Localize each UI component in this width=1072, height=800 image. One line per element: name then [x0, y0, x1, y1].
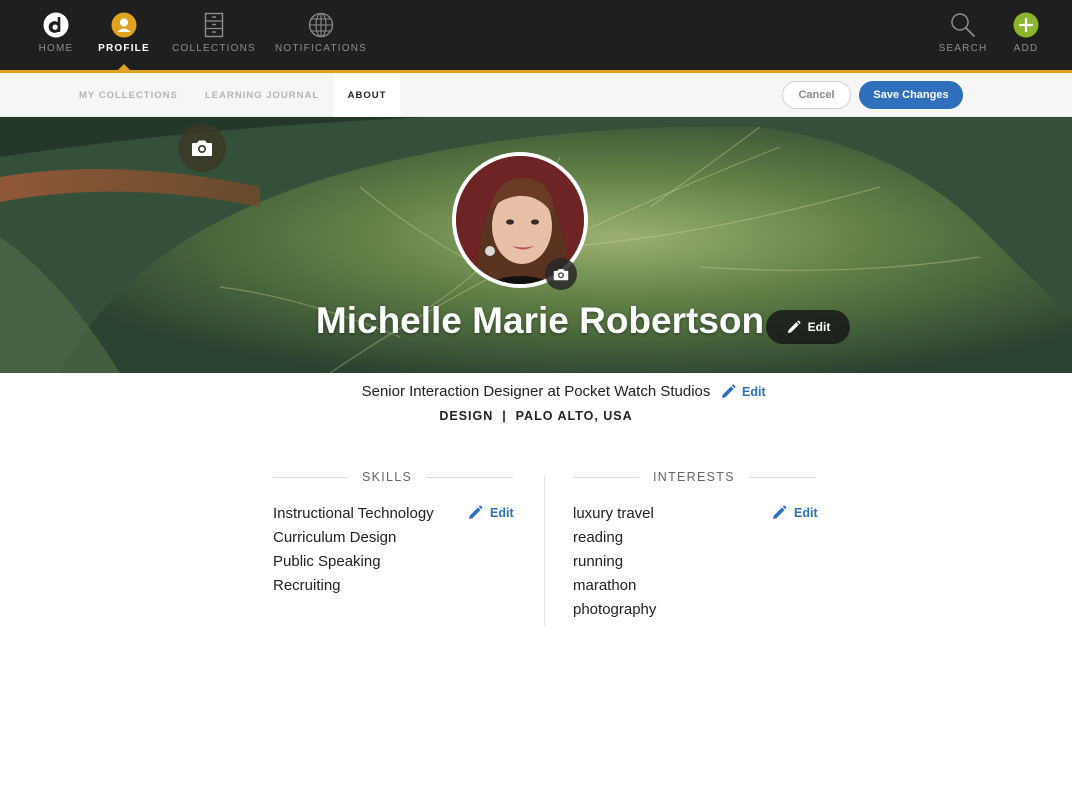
nav-profile-label: PROFILE — [98, 43, 150, 54]
nav-add[interactable]: ADD — [1010, 0, 1042, 70]
change-cover-photo-button[interactable] — [178, 124, 226, 172]
globe-icon — [308, 11, 334, 39]
skills-title: SKILLS — [362, 470, 413, 484]
profile-name: Michelle Marie Robertson — [315, 300, 765, 341]
pencil-icon — [773, 505, 787, 519]
cancel-button[interactable]: Cancel — [782, 81, 851, 109]
meta-text: DESIGN | PALO ALTO, USA — [439, 409, 633, 423]
nav-notifications[interactable]: NOTIFICATIONS — [275, 0, 366, 70]
change-avatar-button[interactable] — [545, 258, 577, 290]
cover-photo: Michelle Marie Robertson Edit — [0, 117, 1072, 373]
edit-name-label: Edit — [807, 320, 831, 334]
edit-name-button[interactable]: Edit — [766, 310, 850, 344]
top-navigation: HOME PROFILE COLLECTIONS NOTIFICATIONS S… — [0, 0, 1072, 70]
sub-tab-bar: MY COLLECTIONS LEARNING JOURNAL ABOUT Ca… — [0, 73, 1072, 117]
edit-skills-button[interactable]: Edit — [467, 505, 514, 521]
skills-header: SKILLS — [273, 470, 513, 484]
nav-collections[interactable]: COLLECTIONS — [172, 0, 256, 70]
save-changes-button[interactable]: Save Changes — [859, 81, 963, 109]
plus-icon — [1013, 11, 1039, 39]
list-item: marathon — [573, 577, 637, 594]
pencil-icon — [787, 320, 801, 333]
edit-job-button[interactable]: Edit — [720, 384, 766, 400]
tab-my-collections[interactable]: MY COLLECTIONS — [65, 73, 192, 117]
list-item: luxury travel — [573, 505, 654, 522]
interests-header: INTERESTS — [573, 470, 816, 484]
list-item: photography — [573, 601, 657, 618]
edit-skills-label: Edit — [490, 506, 514, 520]
column-divider — [544, 476, 545, 626]
tab-about[interactable]: ABOUT — [334, 73, 400, 117]
cabinet-icon — [204, 11, 224, 39]
nav-notifications-label: NOTIFICATIONS — [274, 43, 368, 54]
skills-rule-left — [273, 476, 348, 478]
nav-collections-label: COLLECTIONS — [172, 43, 256, 54]
list-item: Public Speaking — [273, 553, 381, 570]
list-item: running — [573, 553, 624, 570]
nav-home-label: HOME — [38, 43, 74, 54]
interests-rule-right — [748, 476, 816, 478]
search-icon — [950, 11, 976, 39]
job-line: Senior Interaction Designer at Pocket Wa… — [0, 383, 1072, 401]
nav-profile[interactable]: PROFILE — [98, 0, 150, 70]
interests-rule-left — [573, 476, 639, 478]
list-item: Instructional Technology — [273, 505, 434, 522]
skills-rule-right — [426, 476, 513, 478]
nav-search[interactable]: SEARCH — [939, 0, 987, 70]
department-location: DESIGN | PALO ALTO, USA — [0, 409, 1072, 423]
home-logo-icon — [43, 11, 69, 39]
skills-list: Instructional Technology Curriculum Desi… — [273, 503, 434, 599]
nav-home[interactable]: HOME — [35, 0, 77, 70]
list-item: reading — [573, 529, 624, 546]
list-item: Recruiting — [273, 577, 341, 594]
pencil-icon — [469, 505, 483, 519]
nav-search-label: SEARCH — [938, 43, 988, 54]
camera-icon — [553, 268, 569, 280]
profile-icon — [111, 11, 137, 39]
camera-icon — [192, 140, 212, 156]
edit-interests-button[interactable]: Edit — [771, 505, 818, 521]
list-item: Curriculum Design — [273, 529, 397, 546]
edit-job-label: Edit — [742, 385, 766, 399]
tab-learning-journal[interactable]: LEARNING JOURNAL — [191, 73, 333, 117]
edit-interests-label: Edit — [794, 506, 818, 520]
interests-list: luxury travel reading running marathon p… — [573, 503, 656, 623]
interests-title: INTERESTS — [653, 470, 735, 484]
nav-add-label: ADD — [1013, 43, 1039, 54]
pencil-icon — [722, 384, 736, 398]
job-title: Senior Interaction Designer at Pocket Wa… — [361, 383, 711, 400]
